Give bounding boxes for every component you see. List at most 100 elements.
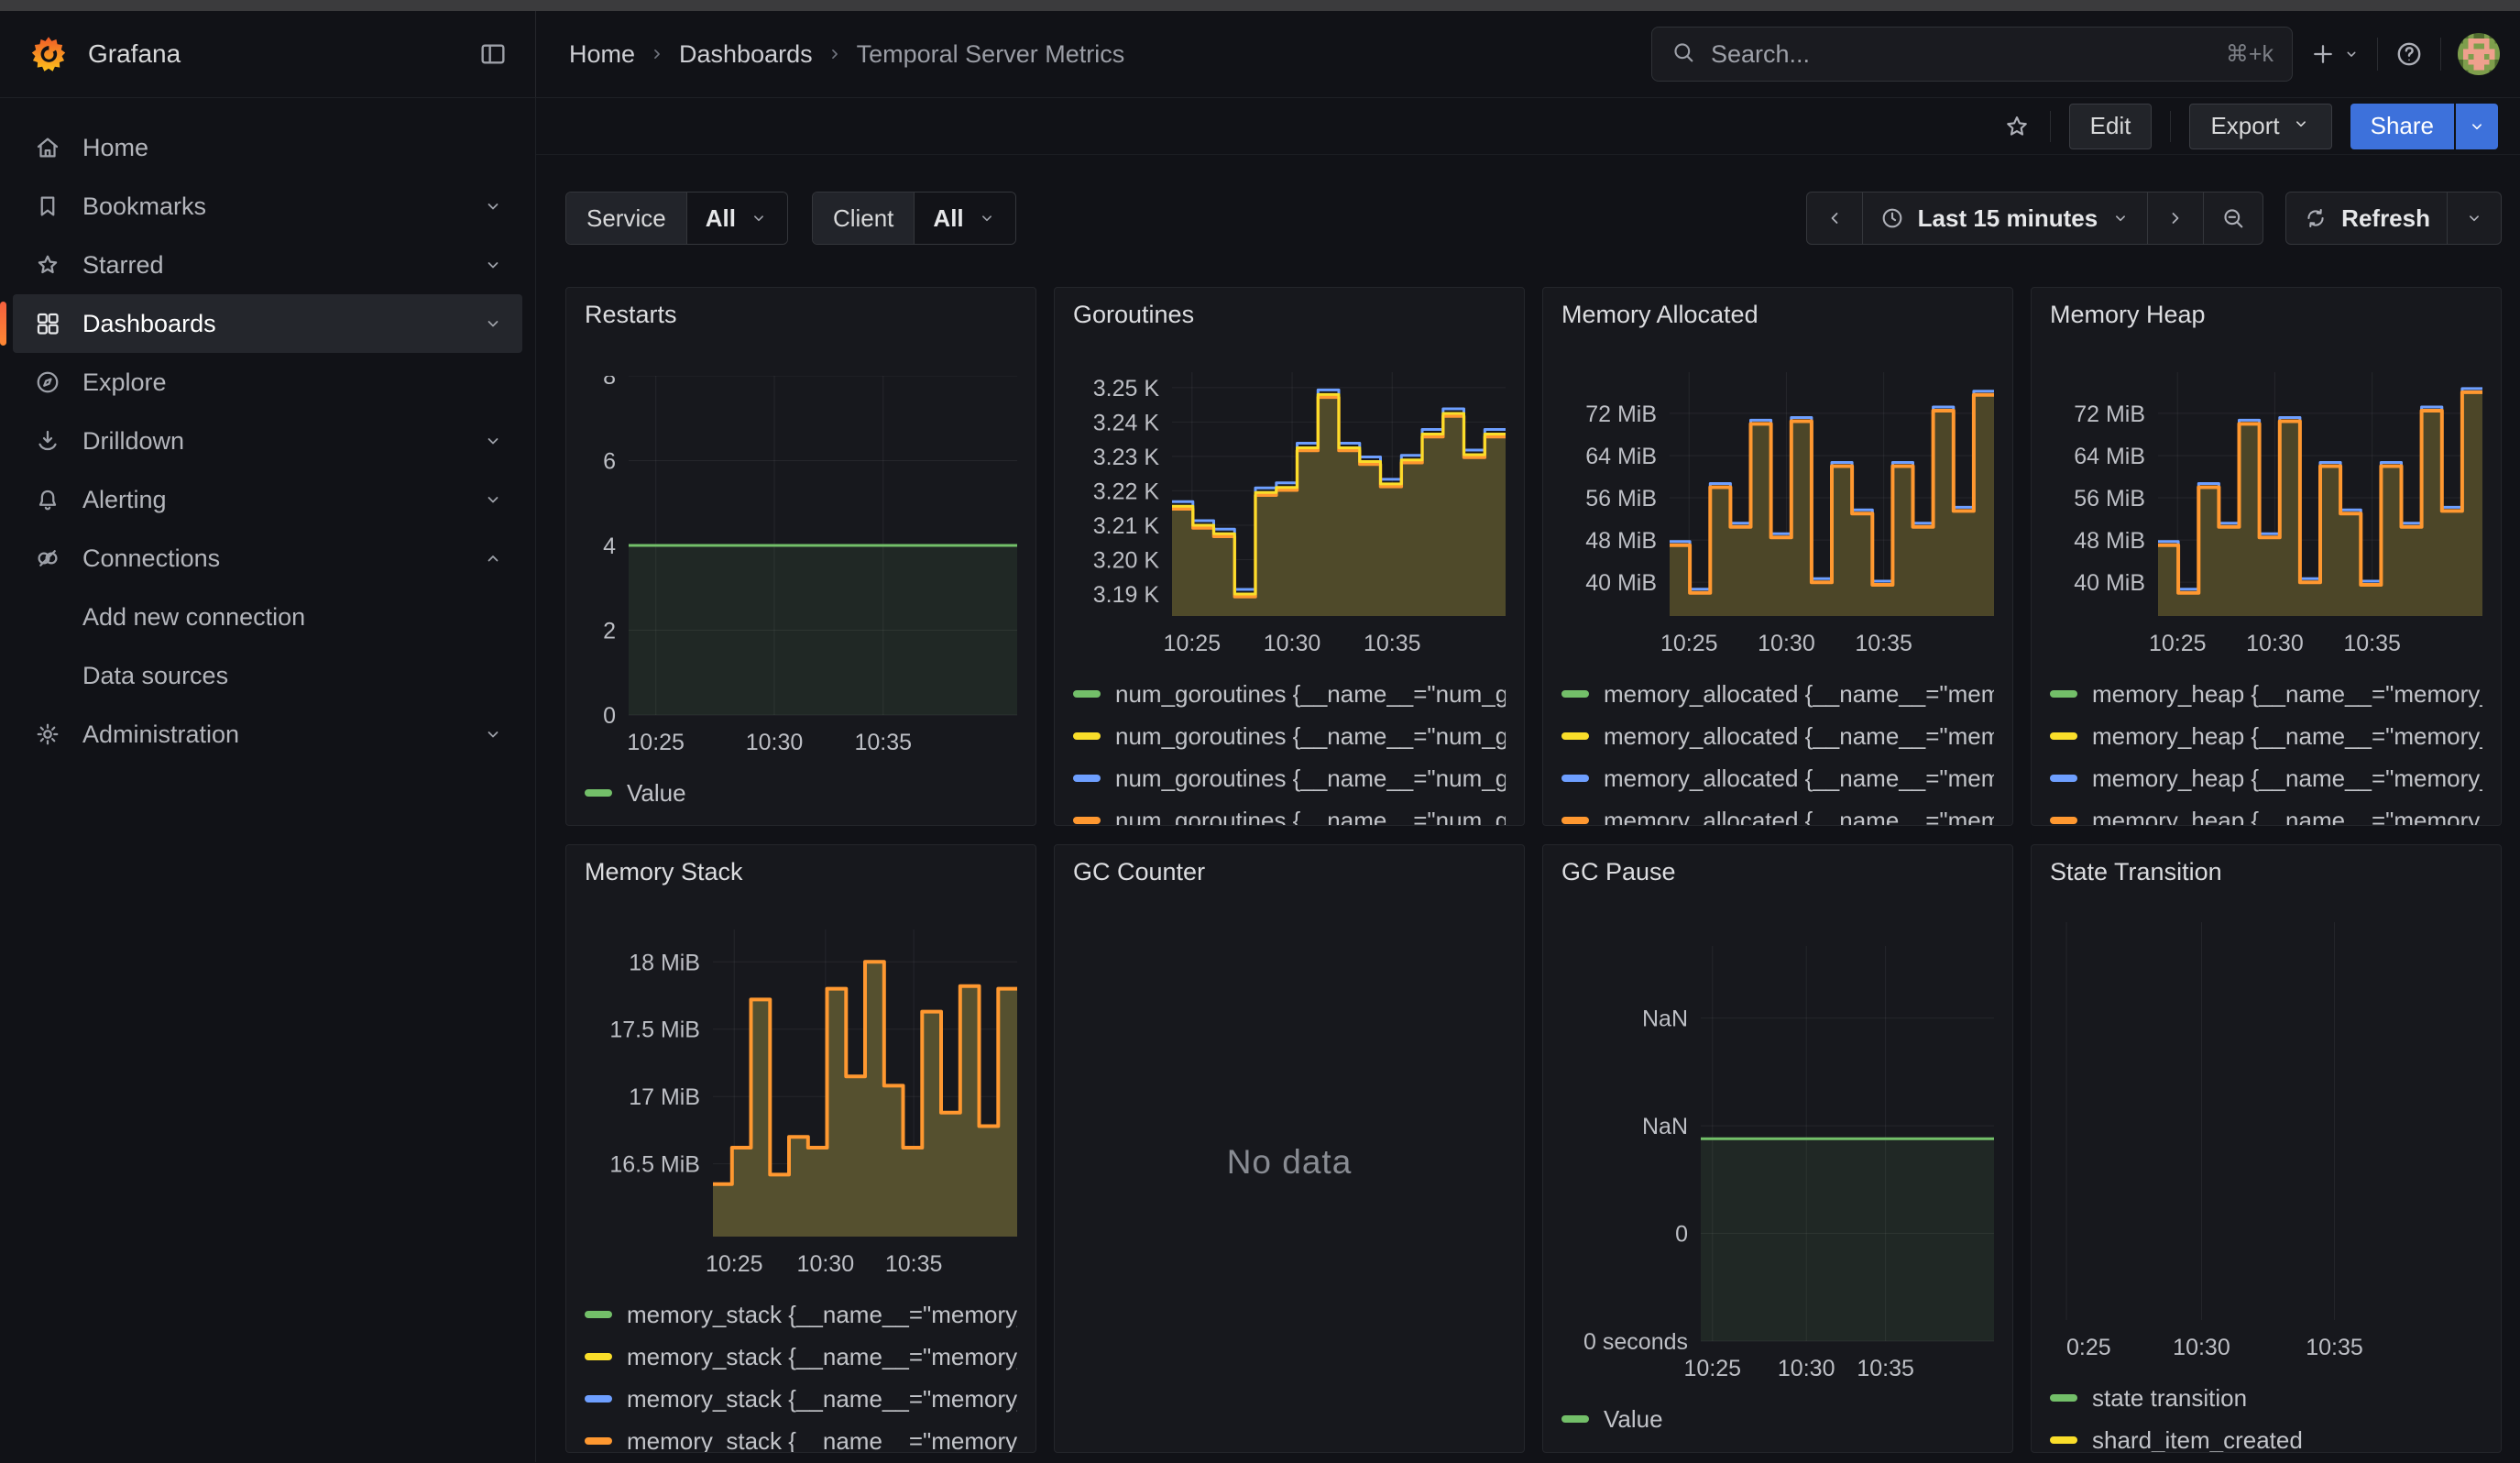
svg-text:10:30: 10:30 <box>797 1251 855 1277</box>
legend-label: memory_heap {__name__="memory_h <box>2092 680 2482 709</box>
help-icon[interactable] <box>2394 39 2424 69</box>
sidebar-item-home[interactable]: Home <box>13 118 522 177</box>
svg-text:NaN: NaN <box>1642 1114 1688 1139</box>
time-back-button[interactable] <box>1807 192 1862 244</box>
breadcrumb-item[interactable]: Dashboards <box>679 40 813 69</box>
sidebar-item-drilldown[interactable]: Drilldown <box>13 412 522 470</box>
legend-item[interactable]: memory_stack {__name__="memory_s <box>585 1336 1017 1378</box>
svg-text:10:35: 10:35 <box>854 730 912 755</box>
export-button[interactable]: Export <box>2189 104 2331 149</box>
grafana-logo[interactable] <box>27 33 70 75</box>
legend-item[interactable]: shard_item_created <box>2050 1419 2482 1453</box>
legend-item[interactable]: memory_stack {__name__="memory_s <box>585 1293 1017 1336</box>
sidebar-item-alerting[interactable]: Alerting <box>13 470 522 529</box>
add-button[interactable] <box>2309 40 2361 68</box>
legend-item[interactable]: memory_allocated {__name__="memo <box>1561 799 1994 826</box>
legend-item[interactable]: Value <box>585 772 1017 814</box>
chevron-up-icon <box>482 547 504 569</box>
legend-item[interactable]: memory_heap {__name__="memory_h <box>2050 673 2482 715</box>
panel-goroutines: Goroutines 3.19 K3.20 K3.21 K3.22 K3.23 K… <box>1054 287 1525 826</box>
time-forward-button[interactable] <box>2147 192 2203 244</box>
client-filter-value[interactable]: All <box>915 192 1014 244</box>
svg-text:8: 8 <box>603 376 616 390</box>
legend-label: Value <box>627 779 686 808</box>
favorite-star-icon[interactable] <box>2002 112 2032 141</box>
panel-gc-counter: GC CounterNo data <box>1054 844 1525 1453</box>
edit-button[interactable]: Edit <box>2069 104 2153 149</box>
panel-title[interactable]: Memory Allocated <box>1561 301 1994 328</box>
service-filter-value[interactable]: All <box>687 192 787 244</box>
chart-plot[interactable]: 40 MiB48 MiB56 MiB64 MiB72 MiB10:2510:30… <box>2050 372 2484 658</box>
user-avatar[interactable] <box>2458 33 2500 75</box>
sidebar-item-label: Connections <box>82 544 220 573</box>
panel-title[interactable]: Memory Stack <box>585 858 1017 886</box>
share-menu-button[interactable] <box>2456 104 2498 149</box>
sidebar-item-explore[interactable]: Explore <box>13 353 522 412</box>
sidebar-item-starred[interactable]: Starred <box>13 236 522 294</box>
refresh-label: Refresh <box>2341 204 2430 233</box>
search-shortcut: ⌘+k <box>2226 40 2273 68</box>
legend-item[interactable]: num_goroutines {__name__="num_go <box>1073 799 1506 826</box>
svg-text:10:30: 10:30 <box>1264 631 1321 656</box>
legend-label: num_goroutines {__name__="num_go <box>1115 680 1506 709</box>
legend-item[interactable]: num_goroutines {__name__="num_go <box>1073 715 1506 757</box>
panel-title[interactable]: Restarts <box>585 301 1017 328</box>
svg-text:16.5 MiB: 16.5 MiB <box>609 1152 700 1178</box>
time-range-picker[interactable]: Last 15 minutes <box>1862 192 2148 244</box>
legend-item[interactable]: memory_allocated {__name__="memo <box>1561 757 1994 799</box>
refresh-icon <box>2303 205 2328 231</box>
legend-item[interactable]: memory_stack {__name__="memory_s <box>585 1378 1017 1420</box>
chart-plot[interactable]: 16.5 MiB17 MiB17.5 MiB18 MiB10:2510:3010… <box>585 930 1019 1279</box>
search-bar[interactable]: ⌘+k <box>1651 27 2293 82</box>
legend-marker <box>2050 1436 2077 1444</box>
sidebar-item-label: Drilldown <box>82 427 184 456</box>
time-zoom-out-button[interactable] <box>2203 192 2263 244</box>
legend-item[interactable]: memory_stack {__name__="memory_s <box>585 1420 1017 1453</box>
panel-title[interactable]: GC Counter <box>1073 858 1506 886</box>
legend: memory_allocated {__name__="memomemory_a… <box>1561 673 1994 826</box>
refresh-button[interactable]: Refresh <box>2286 192 2447 244</box>
chart-gc-pause: 0 seconds0NaNNaN10:2510:3010:35 <box>1561 886 1994 1383</box>
legend-marker <box>2050 732 2077 740</box>
refresh-interval-button[interactable] <box>2447 192 2501 244</box>
legend-item[interactable]: num_goroutines {__name__="num_go <box>1073 673 1506 715</box>
sidebar-item-add-new-connection[interactable]: Add new connection <box>13 588 522 646</box>
legend-item[interactable]: memory_allocated {__name__="memo <box>1561 715 1994 757</box>
svg-text:2: 2 <box>603 619 616 644</box>
sidebar-toggle-icon[interactable] <box>478 39 508 69</box>
legend-item[interactable]: memory_heap {__name__="memory_h <box>2050 715 2482 757</box>
legend-item[interactable]: num_goroutines {__name__="num_go <box>1073 757 1506 799</box>
sidebar-item-label: Alerting <box>82 486 167 514</box>
legend-item[interactable]: state transition <box>2050 1377 2482 1419</box>
chart-plot[interactable]: 0 seconds0NaNNaN10:2510:3010:35 <box>1561 946 1996 1383</box>
sidebar-item-connections[interactable]: Connections <box>13 529 522 588</box>
chevron-down-icon <box>482 195 504 217</box>
sidebar-item-bookmarks[interactable]: Bookmarks <box>13 177 522 236</box>
chart-plot[interactable]: 0:2510:3010:35 <box>2050 922 2484 1362</box>
sidebar-item-data-sources[interactable]: Data sources <box>13 646 522 705</box>
panel-title[interactable]: Memory Heap <box>2050 301 2482 328</box>
nav-actions: ⌘+k <box>1651 11 2520 97</box>
legend-marker <box>2050 690 2077 698</box>
panel-title[interactable]: Goroutines <box>1073 301 1506 328</box>
sidebar-item-dashboards[interactable]: Dashboards <box>13 294 522 353</box>
chart-plot[interactable]: 3.19 K3.20 K3.21 K3.22 K3.23 K3.24 K3.25… <box>1073 372 1507 658</box>
panel-title[interactable]: State Transition <box>2050 858 2482 886</box>
breadcrumb-item: Temporal Server Metrics <box>857 40 1125 69</box>
chevron-down-icon <box>482 723 504 745</box>
chart-plot[interactable]: 40 MiB48 MiB56 MiB64 MiB72 MiB10:2510:30… <box>1561 372 1996 658</box>
search-input[interactable] <box>1711 40 2211 69</box>
chevron-right-icon <box>826 45 844 63</box>
panel-title[interactable]: GC Pause <box>1561 858 1994 886</box>
home-icon <box>13 134 82 161</box>
chart-plot[interactable]: 0246810:2510:3010:35 <box>585 376 1019 757</box>
clock-icon <box>1879 205 1905 231</box>
chart-goroutines: 3.19 K3.20 K3.21 K3.22 K3.23 K3.24 K3.25… <box>1073 328 1506 658</box>
sidebar-item-administration[interactable]: Administration <box>13 705 522 764</box>
share-button[interactable]: Share <box>2350 104 2454 149</box>
breadcrumb-item[interactable]: Home <box>569 40 635 69</box>
legend-item[interactable]: memory_heap {__name__="memory_h <box>2050 757 2482 799</box>
legend-item[interactable]: memory_heap {__name__="memory_h <box>2050 799 2482 826</box>
legend-item[interactable]: memory_allocated {__name__="memo <box>1561 673 1994 715</box>
legend-item[interactable]: Value <box>1561 1398 1994 1440</box>
